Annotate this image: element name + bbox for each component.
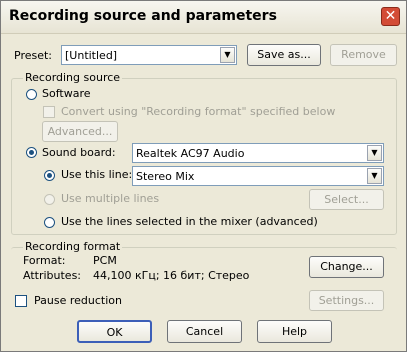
sound-board-dropdown[interactable]: Realtek AC97 Audio ▼ (132, 143, 384, 163)
preset-label: Preset: (14, 49, 53, 62)
close-icon: ✕ (384, 8, 397, 24)
attributes-value: 44,100 кГц; 16 бит; Стерео (93, 269, 250, 282)
chevron-down-icon[interactable]: ▼ (220, 47, 235, 63)
close-button[interactable]: ✕ (381, 7, 400, 26)
format-value: PCM (93, 254, 117, 267)
use-multiple-lines-label: Use multiple lines (61, 192, 160, 205)
recording-source-title: Recording source (23, 71, 123, 84)
title-bar[interactable]: Recording source and parameters ✕ (1, 1, 406, 34)
format-label: Format: (23, 254, 66, 267)
use-this-line-label: Use this line: (61, 168, 133, 181)
dialog-window: Recording source and parameters ✕ Preset… (0, 0, 407, 352)
use-multiple-lines-radio[interactable] (44, 194, 55, 205)
software-label: Software (42, 87, 91, 100)
line-dropdown[interactable]: Stereo Mix ▼ (132, 166, 384, 186)
remove-button[interactable]: Remove (330, 44, 397, 66)
chevron-down-icon[interactable]: ▼ (367, 145, 382, 161)
use-this-line-radio[interactable] (44, 170, 55, 181)
ok-button[interactable]: OK (77, 320, 152, 343)
save-as-button[interactable]: Save as... (247, 44, 321, 66)
cancel-button[interactable]: Cancel (167, 320, 242, 343)
use-mixer-lines-label: Use the lines selected in the mixer (adv… (61, 215, 318, 228)
help-button[interactable]: Help (257, 320, 332, 343)
recording-format-title: Recording format (23, 240, 123, 253)
use-mixer-lines-radio[interactable] (44, 217, 55, 228)
select-button[interactable]: Select... (309, 189, 384, 210)
convert-checkbox[interactable] (43, 106, 55, 118)
change-button[interactable]: Change... (309, 256, 384, 278)
settings-button[interactable]: Settings... (309, 290, 384, 311)
dialog-title: Recording source and parameters (9, 8, 277, 24)
chevron-down-icon[interactable]: ▼ (367, 168, 382, 184)
convert-label: Convert using "Recording format" specifi… (61, 105, 336, 118)
sound-board-label: Sound board: (42, 146, 116, 159)
preset-dropdown[interactable]: [Untitled] ▼ (61, 45, 237, 65)
sound-board-value: Realtek AC97 Audio (136, 147, 245, 160)
pause-reduction-checkbox[interactable] (15, 295, 27, 307)
software-radio[interactable] (26, 89, 37, 100)
pause-reduction-label: Pause reduction (34, 294, 122, 307)
advanced-button[interactable]: Advanced... (42, 121, 118, 142)
preset-value: [Untitled] (65, 49, 118, 62)
attributes-label: Attributes: (23, 269, 82, 282)
sound-board-radio[interactable] (26, 147, 37, 158)
line-value: Stereo Mix (136, 170, 195, 183)
